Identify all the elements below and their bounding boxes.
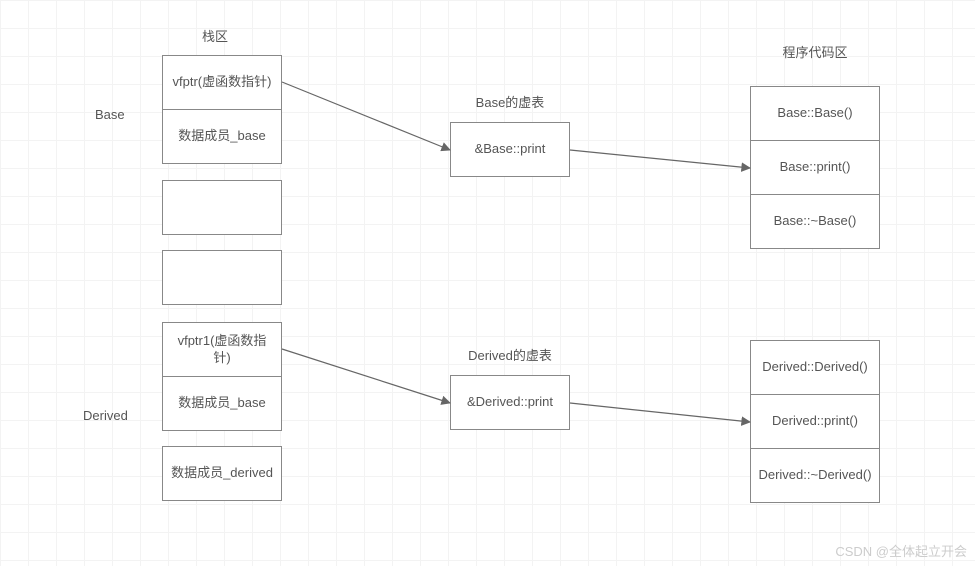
derived-vtable-label: Derived的虚表 bbox=[450, 345, 570, 364]
derived-ctor-cell: Derived::Derived() bbox=[750, 340, 880, 395]
cell-text: Base::Base() bbox=[777, 105, 852, 122]
cell-text: &Base::print bbox=[475, 141, 546, 158]
derived-side-label: Derived bbox=[83, 408, 128, 423]
code-header: 程序代码区 bbox=[765, 42, 865, 61]
cell-text: Derived::~Derived() bbox=[758, 467, 871, 484]
cell-text: 数据成员_derived bbox=[171, 465, 273, 482]
base-side-label: Base bbox=[95, 107, 125, 122]
derived-vfptr-cell: vfptr1(虚函数指针) bbox=[162, 322, 282, 377]
base-ctor-cell: Base::Base() bbox=[750, 86, 880, 141]
cell-text: &Derived::print bbox=[467, 394, 553, 411]
cell-text: vfptr(虚函数指针) bbox=[173, 74, 272, 91]
derived-print-cell: Derived::print() bbox=[750, 394, 880, 449]
base-dtor-cell: Base::~Base() bbox=[750, 194, 880, 249]
base-vtable-label: Base的虚表 bbox=[450, 92, 570, 111]
derived-dtor-cell: Derived::~Derived() bbox=[750, 448, 880, 503]
base-print-cell: Base::print() bbox=[750, 140, 880, 195]
empty-cell-2 bbox=[162, 250, 282, 305]
base-member-cell: 数据成员_base bbox=[162, 109, 282, 164]
cell-text: Derived::Derived() bbox=[762, 359, 867, 376]
base-vtable-cell: &Base::print bbox=[450, 122, 570, 177]
watermark: CSDN @全体起立开会 bbox=[835, 541, 967, 560]
cell-text: Base::~Base() bbox=[774, 213, 857, 230]
base-vfptr-cell: vfptr(虚函数指针) bbox=[162, 55, 282, 110]
derived-vtable-cell: &Derived::print bbox=[450, 375, 570, 430]
stack-header: 栈区 bbox=[190, 26, 240, 45]
derived-member2-cell: 数据成员_derived bbox=[162, 446, 282, 501]
cell-text: Base::print() bbox=[780, 159, 851, 176]
cell-text: 数据成员_base bbox=[178, 395, 265, 412]
cell-text: vfptr1(虚函数指针) bbox=[169, 333, 275, 367]
cell-text: 数据成员_base bbox=[178, 128, 265, 145]
derived-member1-cell: 数据成员_base bbox=[162, 376, 282, 431]
cell-text: Derived::print() bbox=[772, 413, 858, 430]
empty-cell-1 bbox=[162, 180, 282, 235]
